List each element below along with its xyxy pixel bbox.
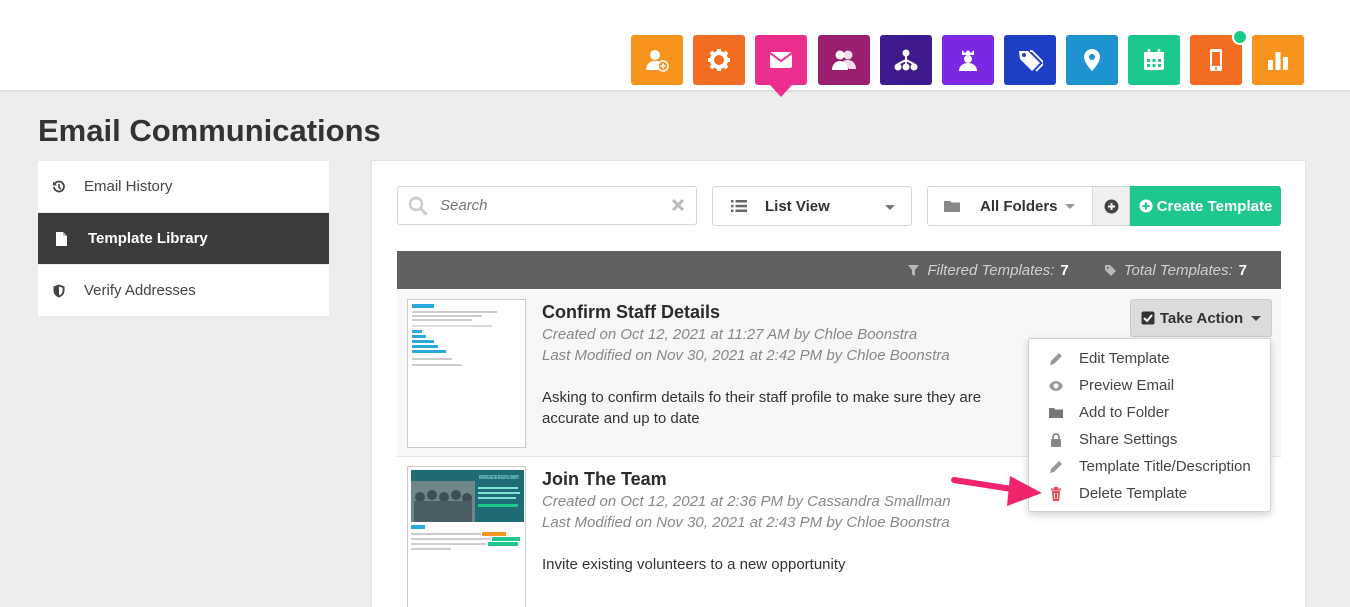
chevron-down-icon [1251, 315, 1262, 321]
search-icon [408, 196, 428, 216]
leader-icon [959, 50, 977, 71]
chevron-down-icon [885, 205, 895, 210]
gear-icon [708, 49, 730, 71]
top-navigation-bar [0, 0, 1350, 97]
create-template-button[interactable]: Create Template [1130, 186, 1281, 226]
email-preview-image [412, 304, 497, 366]
template-title[interactable]: Join The Team [542, 469, 667, 490]
template-title[interactable]: Confirm Staff Details [542, 302, 720, 323]
view-mode-select[interactable]: List View [712, 186, 912, 226]
plus-circle-icon [1104, 199, 1118, 213]
folder-icon [1049, 407, 1063, 418]
network-app-button[interactable] [880, 35, 932, 85]
template-description: Invite existing volunteers to a new oppo… [542, 556, 846, 573]
sidebar-item-label: Template Library [88, 230, 208, 247]
pencil-icon [1050, 352, 1062, 365]
add-user-icon [646, 50, 669, 72]
calendar-icon [1144, 49, 1164, 70]
template-modified: Last Modified on Nov 30, 2021 at 2:43 PM… [542, 514, 950, 531]
email-app-button[interactable] [755, 35, 807, 97]
menu-item-share-settings[interactable]: Share Settings [1029, 426, 1270, 453]
total-label: Total Templates: [1123, 261, 1233, 279]
page-title: Email Communications [38, 113, 381, 148]
template-thumbnail[interactable]: WHEN PEOPLE NEED HELP WE RISE UP AS A CO… [407, 466, 526, 607]
mobile-icon [1210, 49, 1222, 71]
search-input[interactable] [440, 197, 660, 214]
network-icon [894, 49, 918, 71]
menu-item-label: Template Title/Description [1079, 458, 1251, 475]
menu-item-title-description[interactable]: Template Title/Description [1029, 453, 1270, 480]
notification-dot [1232, 29, 1248, 45]
menu-item-label: Preview Email [1079, 377, 1175, 394]
eye-icon [1049, 380, 1063, 391]
menu-item-delete-template[interactable]: Delete Template [1029, 480, 1270, 507]
take-action-menu: Edit Template Preview Email Add to Folde… [1028, 338, 1271, 512]
chevron-down-icon [1064, 203, 1075, 209]
sidebar-item-template-library[interactable]: Template Library [38, 213, 329, 265]
tag-icon [1104, 264, 1116, 276]
menu-item-add-to-folder[interactable]: Add to Folder [1029, 399, 1270, 426]
sidebar-item-label: Verify Addresses [84, 282, 196, 299]
history-icon [53, 180, 65, 192]
view-mode-label: List View [765, 197, 830, 215]
take-action-button[interactable]: Take Action [1130, 299, 1272, 337]
tags-icon [1019, 50, 1043, 72]
template-thumbnail[interactable] [407, 299, 526, 448]
map-pin-icon [1084, 49, 1100, 71]
add-user-app-button[interactable] [631, 35, 683, 85]
template-description: Asking to confirm details fo their staff… [542, 389, 982, 427]
add-folder-button[interactable] [1092, 186, 1130, 226]
annotation-arrow-icon [951, 476, 1042, 506]
close-icon[interactable] [670, 197, 686, 213]
location-app-button[interactable] [1066, 35, 1118, 85]
filtered-label: Filtered Templates: [927, 261, 1055, 279]
tags-app-button[interactable] [1004, 35, 1056, 85]
mobile-app-button[interactable] [1190, 29, 1248, 85]
menu-item-label: Edit Template [1079, 350, 1170, 367]
envelope-icon [769, 52, 793, 68]
create-template-label: Create Template [1156, 197, 1273, 215]
lock-icon [1051, 432, 1061, 447]
sidebar-item-label: Email History [84, 178, 173, 195]
plus-circle-icon [1139, 199, 1153, 213]
thumbnail-headline: WHEN PEOPLE NEED HELP WE RISE UP AS A CO… [479, 475, 519, 481]
menu-item-label: Add to Folder [1079, 404, 1170, 421]
folder-filter-label: All Folders [980, 197, 1058, 215]
template-created: Created on Oct 12, 2021 at 11:27 AM by C… [542, 326, 918, 343]
list-icon [731, 200, 747, 212]
template-created: Created on Oct 12, 2021 at 2:36 PM by Ca… [542, 493, 951, 510]
search-box [397, 186, 697, 225]
menu-item-label: Share Settings [1079, 431, 1178, 448]
sidebar: Email History Template Library Verify Ad… [38, 161, 329, 317]
bar-chart-icon [1268, 52, 1288, 70]
email-preview-image: WHEN PEOPLE NEED HELP WE RISE UP AS A CO… [411, 470, 524, 550]
take-action-label: Take Action [1159, 309, 1244, 327]
people-icon [832, 50, 856, 70]
calendar-app-button[interactable] [1128, 35, 1180, 85]
pencil-icon [1050, 460, 1062, 473]
people-app-button[interactable] [818, 35, 870, 85]
document-icon [56, 231, 67, 246]
reports-app-button[interactable] [1252, 35, 1304, 85]
menu-item-label: Delete Template [1079, 485, 1188, 502]
filtered-count: 7 [1060, 261, 1069, 279]
folder-filter-select[interactable]: All Folders [927, 186, 1092, 226]
folder-icon [944, 201, 960, 212]
sidebar-item-email-history[interactable]: Email History [38, 161, 329, 213]
template-modified: Last Modified on Nov 30, 2021 at 2:42 PM… [542, 347, 950, 364]
menu-item-preview-email[interactable]: Preview Email [1029, 372, 1270, 399]
checkbox-icon [1141, 311, 1155, 325]
trash-icon [1051, 486, 1061, 501]
sidebar-item-verify-addresses[interactable]: Verify Addresses [38, 265, 329, 317]
total-count: 7 [1238, 261, 1247, 279]
filter-icon [908, 264, 920, 276]
settings-app-button[interactable] [693, 35, 745, 85]
template-stats-bar: Filtered Templates: 7 Total Templates: 7 [397, 251, 1281, 289]
shield-icon [53, 284, 65, 297]
leader-app-button[interactable] [942, 35, 994, 85]
menu-item-edit-template[interactable]: Edit Template [1029, 345, 1270, 372]
